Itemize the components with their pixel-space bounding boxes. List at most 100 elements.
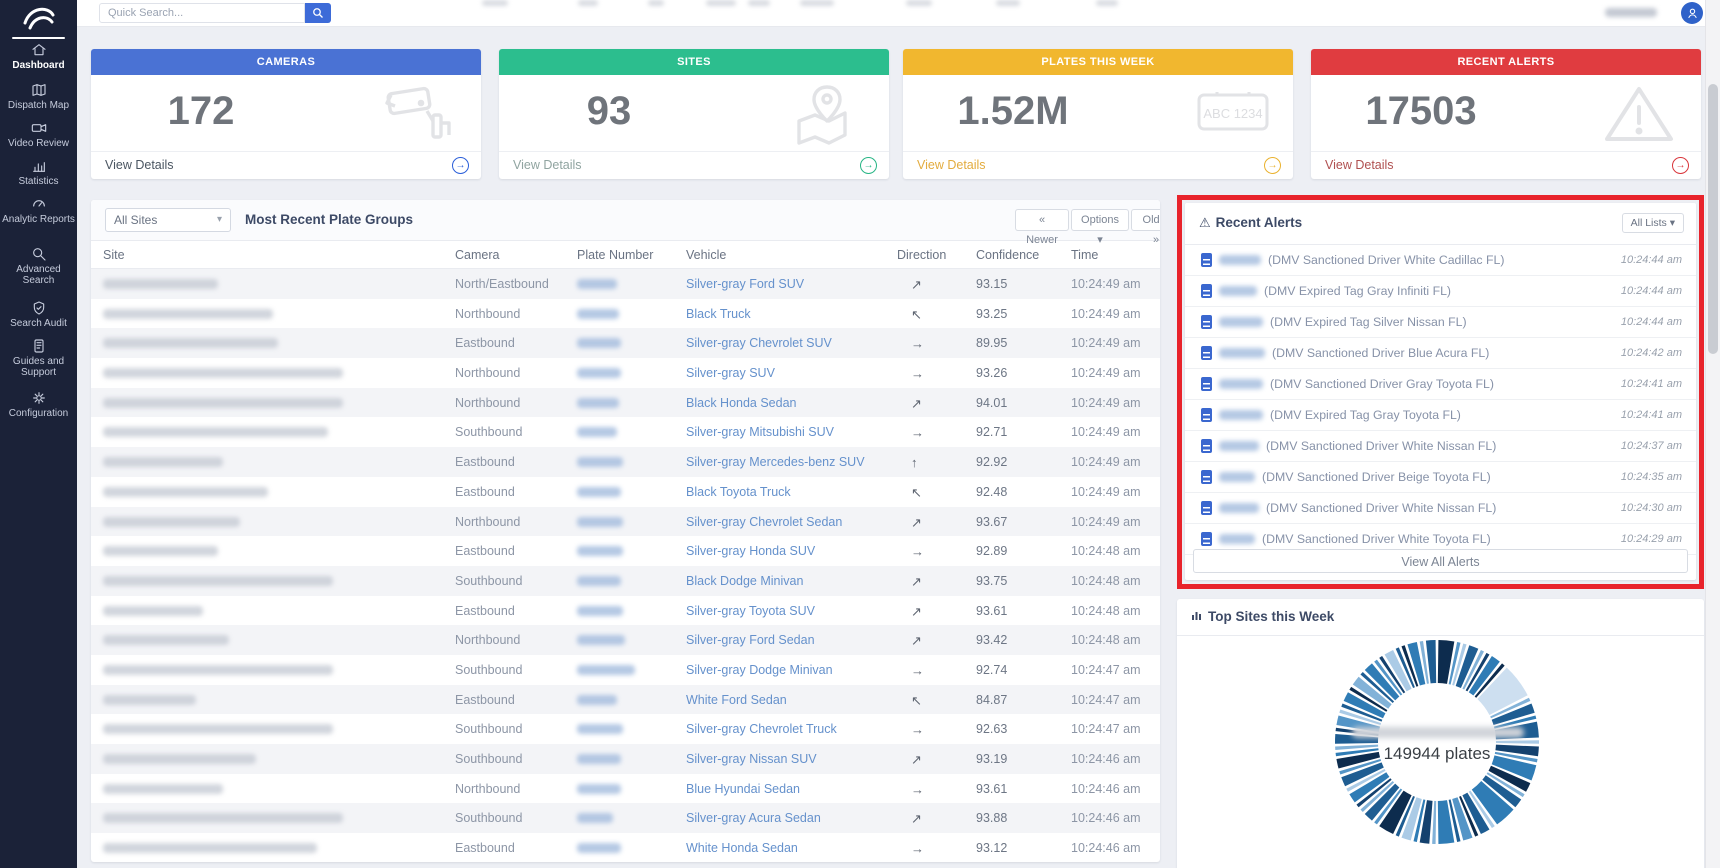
sidebar-item-video-review[interactable]: Video Review [0,120,77,149]
vehicle-cell[interactable]: Black Dodge Minivan [686,574,803,588]
user-avatar[interactable] [1681,2,1703,24]
redacted-plate-number[interactable] [577,279,617,289]
vehicle-cell[interactable]: Silver-gray Dodge Minivan [686,663,833,677]
column-header-site[interactable]: Site [103,248,125,262]
plate-group-row[interactable]: EastboundSilver-gray Honda SUV→92.8910:2… [91,536,1160,566]
vehicle-cell[interactable]: Silver-gray Nissan SUV [686,752,817,766]
sites-filter-select[interactable]: All Sites ▾ [105,208,231,232]
sidebar-item-statistics[interactable]: Statistics [0,158,77,187]
alert-item[interactable]: (DMV Expired Tag Gray Infiniti FL)10:24:… [1185,276,1696,307]
vehicle-cell[interactable]: Silver-gray Chevrolet Truck [686,722,837,736]
redacted-plate-number[interactable] [577,368,621,378]
redacted-plate-number[interactable] [577,635,625,645]
redacted-plate-number[interactable] [577,695,617,705]
column-header-plate-number[interactable]: Plate Number [577,248,653,262]
redacted-plate-number[interactable] [577,427,617,437]
rekor-logo-icon[interactable] [0,2,77,32]
column-header-vehicle[interactable]: Vehicle [686,248,726,262]
alert-item[interactable]: (DMV Sanctioned Driver White Nissan FL)1… [1185,431,1696,462]
view-details-link[interactable]: View Details [513,158,582,172]
plate-group-row[interactable]: EastboundSilver-gray Mercedes-benz SUV↑9… [91,447,1160,477]
sidebar-item-dashboard[interactable]: Dashboard [0,42,77,71]
column-header-confidence[interactable]: Confidence [976,248,1039,262]
plate-group-row[interactable]: SouthboundSilver-gray Dodge Minivan→92.7… [91,655,1160,685]
alert-item[interactable]: (DMV Expired Tag Silver Nissan FL)10:24:… [1185,307,1696,338]
donut-segment[interactable] [1432,801,1436,844]
view-details-link[interactable]: View Details [105,158,174,172]
vehicle-cell[interactable]: White Honda Sedan [686,841,798,855]
circle-arrow-icon[interactable]: → [452,157,469,174]
circle-arrow-icon[interactable]: → [1672,157,1689,174]
sidebar-item-configuration[interactable]: Configuration [0,390,77,419]
alert-item[interactable]: (DMV Sanctioned Driver White Nissan FL)1… [1185,493,1696,524]
redacted-plate-number[interactable] [577,546,623,556]
vehicle-cell[interactable]: Silver-gray Toyota SUV [686,604,815,618]
redacted-plate-number[interactable] [577,606,623,616]
plate-group-row[interactable]: EastboundBlack Toyota Truck↖92.4810:24:4… [91,477,1160,507]
redacted-plate-number[interactable] [577,813,613,823]
column-header-direction[interactable]: Direction [897,248,946,262]
plate-group-row[interactable]: NorthboundSilver-gray Ford Sedan↗93.4210… [91,625,1160,655]
older-button[interactable]: Older » [1131,209,1160,231]
vehicle-cell[interactable]: Black Honda Sedan [686,396,797,410]
redacted-plate-number[interactable] [577,517,623,527]
all-lists-select[interactable]: All Lists ▾ [1622,213,1684,233]
vehicle-cell[interactable]: Silver-gray Chevrolet Sedan [686,515,842,529]
plate-group-row[interactable]: NorthboundBlack Truck↖93.2510:24:49 am [91,299,1160,329]
alert-item[interactable]: (DMV Sanctioned Driver White Cadillac FL… [1185,245,1696,276]
vehicle-cell[interactable]: Silver-gray Chevrolet SUV [686,336,832,350]
plate-group-row[interactable]: EastboundSilver-gray Toyota SUV↗93.6110:… [91,596,1160,626]
circle-arrow-icon[interactable]: → [860,157,877,174]
plate-group-row[interactable]: NorthboundBlack Honda Sedan↗94.0110:24:4… [91,388,1160,418]
alert-item[interactable]: (DMV Sanctioned Driver Beige Toyota FL)1… [1185,462,1696,493]
options-button[interactable]: Options ▾ [1071,209,1129,231]
vehicle-cell[interactable]: Black Truck [686,307,751,321]
sidebar-item-dispatch-map[interactable]: Dispatch Map [0,82,77,111]
column-header-camera[interactable]: Camera [455,248,499,262]
vehicle-cell[interactable]: White Ford Sedan [686,693,787,707]
redacted-plate-number[interactable] [577,665,635,675]
alert-item[interactable]: (DMV Expired Tag Gray Toyota FL)10:24:41… [1185,400,1696,431]
view-details-link[interactable]: View Details [1325,158,1394,172]
newer-button[interactable]: « Newer [1015,209,1069,231]
vehicle-cell[interactable]: Silver-gray Mitsubishi SUV [686,425,834,439]
vehicle-cell[interactable]: Silver-gray SUV [686,366,775,380]
view-details-link[interactable]: View Details [917,158,986,172]
redacted-plate-number[interactable] [577,843,621,853]
column-header-time[interactable]: Time [1071,248,1098,262]
top-sites-donut-chart[interactable] [1327,632,1547,852]
plate-group-row[interactable]: SouthboundSilver-gray Chevrolet Truck→92… [91,714,1160,744]
redacted-plate-number[interactable] [577,338,621,348]
plate-group-row[interactable]: SouthboundSilver-gray Acura Sedan↗93.881… [91,803,1160,833]
vehicle-cell[interactable]: Silver-gray Ford Sedan [686,633,815,647]
page-scrollbar[interactable] [1705,0,1720,868]
vehicle-cell[interactable]: Silver-gray Mercedes-benz SUV [686,455,865,469]
vehicle-cell[interactable]: Silver-gray Honda SUV [686,544,815,558]
vehicle-cell[interactable]: Black Toyota Truck [686,485,791,499]
sidebar-item-search-audit[interactable]: Search Audit [0,300,77,329]
redacted-plate-number[interactable] [577,309,619,319]
donut-segment[interactable] [1420,800,1433,844]
plate-group-row[interactable]: SouthboundSilver-gray Mitsubishi SUV→92.… [91,417,1160,447]
scrollbar-thumb[interactable] [1708,84,1718,354]
redacted-plate-number[interactable] [577,576,621,586]
vehicle-cell[interactable]: Silver-gray Acura Sedan [686,811,821,825]
plate-group-row[interactable]: SouthboundSilver-gray Nissan SUV↗93.1910… [91,744,1160,774]
plate-group-row[interactable]: EastboundSilver-gray Chevrolet SUV→89.95… [91,328,1160,358]
vehicle-cell[interactable]: Silver-gray Ford SUV [686,277,804,291]
redacted-plate-number[interactable] [577,784,621,794]
plate-group-row[interactable]: EastboundWhite Honda Sedan→93.1210:24:46… [91,833,1160,862]
circle-arrow-icon[interactable]: → [1264,157,1281,174]
alert-item[interactable]: (DMV Sanctioned Driver Gray Toyota FL)10… [1185,369,1696,400]
plate-group-row[interactable]: EastboundWhite Ford Sedan↖84.8710:24:47 … [91,685,1160,715]
alert-item[interactable]: (DMV Sanctioned Driver Blue Acura FL)10:… [1185,338,1696,369]
redacted-plate-number[interactable] [577,754,621,764]
sidebar-item-guides-and-support[interactable]: Guides and Support [0,338,77,378]
plate-group-row[interactable]: SouthboundBlack Dodge Minivan↗93.7510:24… [91,566,1160,596]
redacted-plate-number[interactable] [577,487,621,497]
sidebar-item-analytic-reports[interactable]: Analytic Reports [0,196,77,225]
redacted-plate-number[interactable] [577,398,619,408]
redacted-plate-number[interactable] [577,724,623,734]
vehicle-cell[interactable]: Blue Hyundai Sedan [686,782,800,796]
search-button[interactable] [305,3,331,23]
